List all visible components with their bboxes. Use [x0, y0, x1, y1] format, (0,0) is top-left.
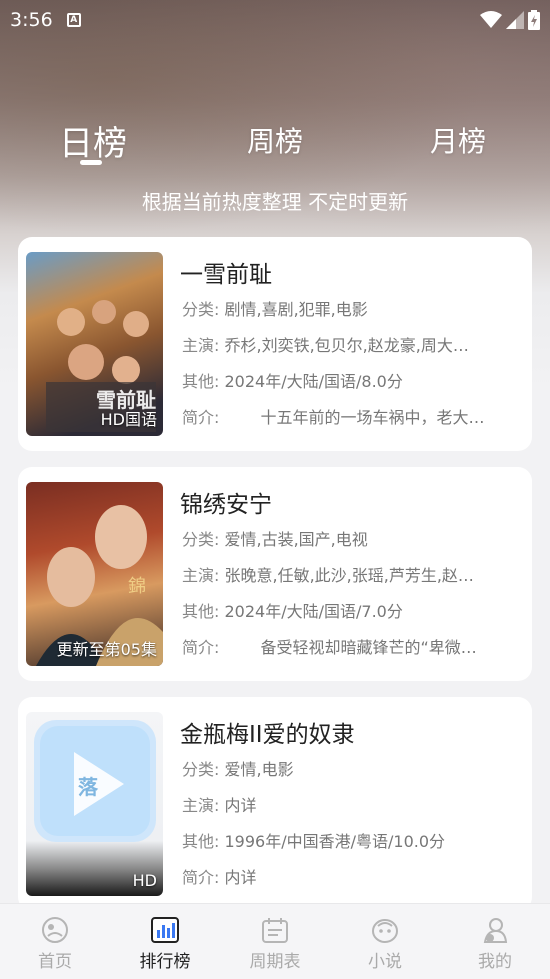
poster-image[interactable]: 雪前耻 HD国语: [26, 252, 163, 436]
item-title[interactable]: 一雪前耻: [180, 255, 272, 289]
nav-home[interactable]: 首页: [0, 904, 110, 979]
other-label: 其他:: [182, 602, 220, 621]
category-row: 分类: 爱情,古装,国产,电视: [182, 526, 512, 550]
nav-ranking[interactable]: 排行榜: [110, 904, 220, 979]
ranking-card[interactable]: 雪前耻 HD国语 一雪前耻 分类: 剧情,喜剧,犯罪,电影 主演: 乔杉,刘奕铁…: [18, 237, 532, 451]
category-label: 分类:: [182, 760, 220, 779]
other-row: 其他: 2024年/大陆/国语/7.0分: [182, 598, 512, 622]
category-label: 分类:: [182, 300, 220, 319]
status-bar: 3:56 A: [0, 0, 550, 40]
nav-label: 排行榜: [139, 952, 191, 972]
tab-monthly[interactable]: 月榜: [430, 120, 486, 160]
status-icons: [480, 10, 540, 30]
cast-value: 张晚意,任敏,此沙,张瑶,芦芳生,赵…: [224, 566, 474, 585]
other-label: 其他:: [182, 832, 220, 851]
home-icon: [42, 917, 68, 943]
tab-weekly[interactable]: 周榜: [247, 120, 303, 160]
nav-profile[interactable]: 我的: [440, 904, 550, 979]
other-row: 其他: 2024年/大陆/国语/8.0分: [182, 368, 512, 392]
profile-icon: [483, 918, 508, 943]
cast-value: 乔杉,刘奕铁,包贝尔,赵龙豪,周大…: [224, 336, 469, 355]
poster-image[interactable]: 錦 更新至第05集: [26, 482, 163, 666]
intro-value: 备受轻视却暗藏锋芒的“卑微…: [260, 638, 477, 657]
nav-label: 周期表: [249, 952, 301, 972]
wifi-icon: [480, 11, 502, 28]
cast-row: 主演: 内详: [182, 792, 512, 816]
novel-icon: [372, 919, 398, 943]
poster-badge: 更新至第05集: [56, 640, 157, 659]
calendar-icon: [262, 918, 288, 943]
ranking-subtitle: 根据当前热度整理 不定时更新: [141, 190, 409, 214]
poster-badge: HD国语: [100, 410, 157, 429]
other-value: 2024年/大陆/国语/8.0分: [224, 372, 403, 391]
category-value: 剧情,喜剧,犯罪,电影: [224, 300, 368, 319]
cast-label: 主演:: [182, 796, 220, 815]
svg-text:錦: 錦: [128, 576, 146, 597]
other-value: 1996年/中国香港/粤语/10.0分: [224, 832, 446, 851]
poster-badge: HD: [132, 871, 157, 890]
cast-row: 主演: 张晚意,任敏,此沙,张瑶,芦芳生,赵…: [182, 562, 512, 586]
cast-row: 主演: 乔杉,刘奕铁,包贝尔,赵龙豪,周大…: [182, 332, 512, 356]
ranking-tabs: 日榜 周榜 月榜: [0, 110, 550, 170]
intro-row: 简介: 内详: [182, 864, 512, 888]
nav-schedule[interactable]: 周期表: [220, 904, 330, 979]
cast-label: 主演:: [182, 336, 220, 355]
cast-label: 主演:: [182, 566, 220, 585]
category-value: 爱情,电影: [224, 760, 294, 779]
intro-value: 十五年前的一场车祸中，老大…: [260, 408, 485, 427]
category-row: 分类: 爱情,电影: [182, 756, 512, 780]
status-time: 3:56: [10, 9, 53, 31]
nav-label: 小说: [368, 952, 402, 972]
signal-icon: [506, 11, 524, 29]
intro-value: 内详: [224, 868, 257, 887]
category-value: 爱情,古装,国产,电视: [224, 530, 368, 549]
notification-icon: A: [66, 13, 81, 27]
intro-label: 简介:: [182, 638, 220, 657]
item-title[interactable]: 金瓶梅II爱的奴隶: [180, 715, 355, 749]
nav-label: 首页: [38, 952, 72, 972]
other-value: 2024年/大陆/国语/7.0分: [224, 602, 403, 621]
svg-text:落: 落: [78, 775, 99, 799]
bottom-navigation: 首页 排行榜 周期表 小说 我的: [0, 903, 550, 979]
ranking-card[interactable]: 錦 更新至第05集 锦绣安宁 分类: 爱情,古装,国产,电视 主演: 张晚意,任…: [18, 467, 532, 681]
ranking-card[interactable]: 落 HD 金瓶梅II爱的奴隶 分类: 爱情,电影 主演: 内详 其他: 1996…: [18, 697, 532, 911]
category-row: 分类: 剧情,喜剧,犯罪,电影: [182, 296, 512, 320]
nav-label: 我的: [478, 952, 512, 972]
intro-label: 简介:: [182, 408, 220, 427]
other-row: 其他: 1996年/中国香港/粤语/10.0分: [182, 828, 512, 852]
placeholder-play-icon: 落: [34, 720, 156, 842]
battery-icon: [528, 10, 540, 30]
tab-daily[interactable]: 日榜: [59, 116, 127, 165]
tab-indicator: [80, 160, 102, 165]
item-title[interactable]: 锦绣安宁: [180, 485, 272, 519]
other-label: 其他:: [182, 372, 220, 391]
intro-label: 简介:: [182, 868, 220, 887]
poster-image[interactable]: 落 HD: [26, 712, 163, 896]
cast-value: 内详: [224, 796, 257, 815]
ranking-icon: [151, 917, 179, 943]
category-label: 分类:: [182, 530, 220, 549]
intro-row: 简介: 备受轻视却暗藏锋芒的“卑微…: [182, 634, 512, 658]
nav-novel[interactable]: 小说: [330, 904, 440, 979]
intro-row: 简介: 十五年前的一场车祸中，老大…: [182, 404, 512, 428]
